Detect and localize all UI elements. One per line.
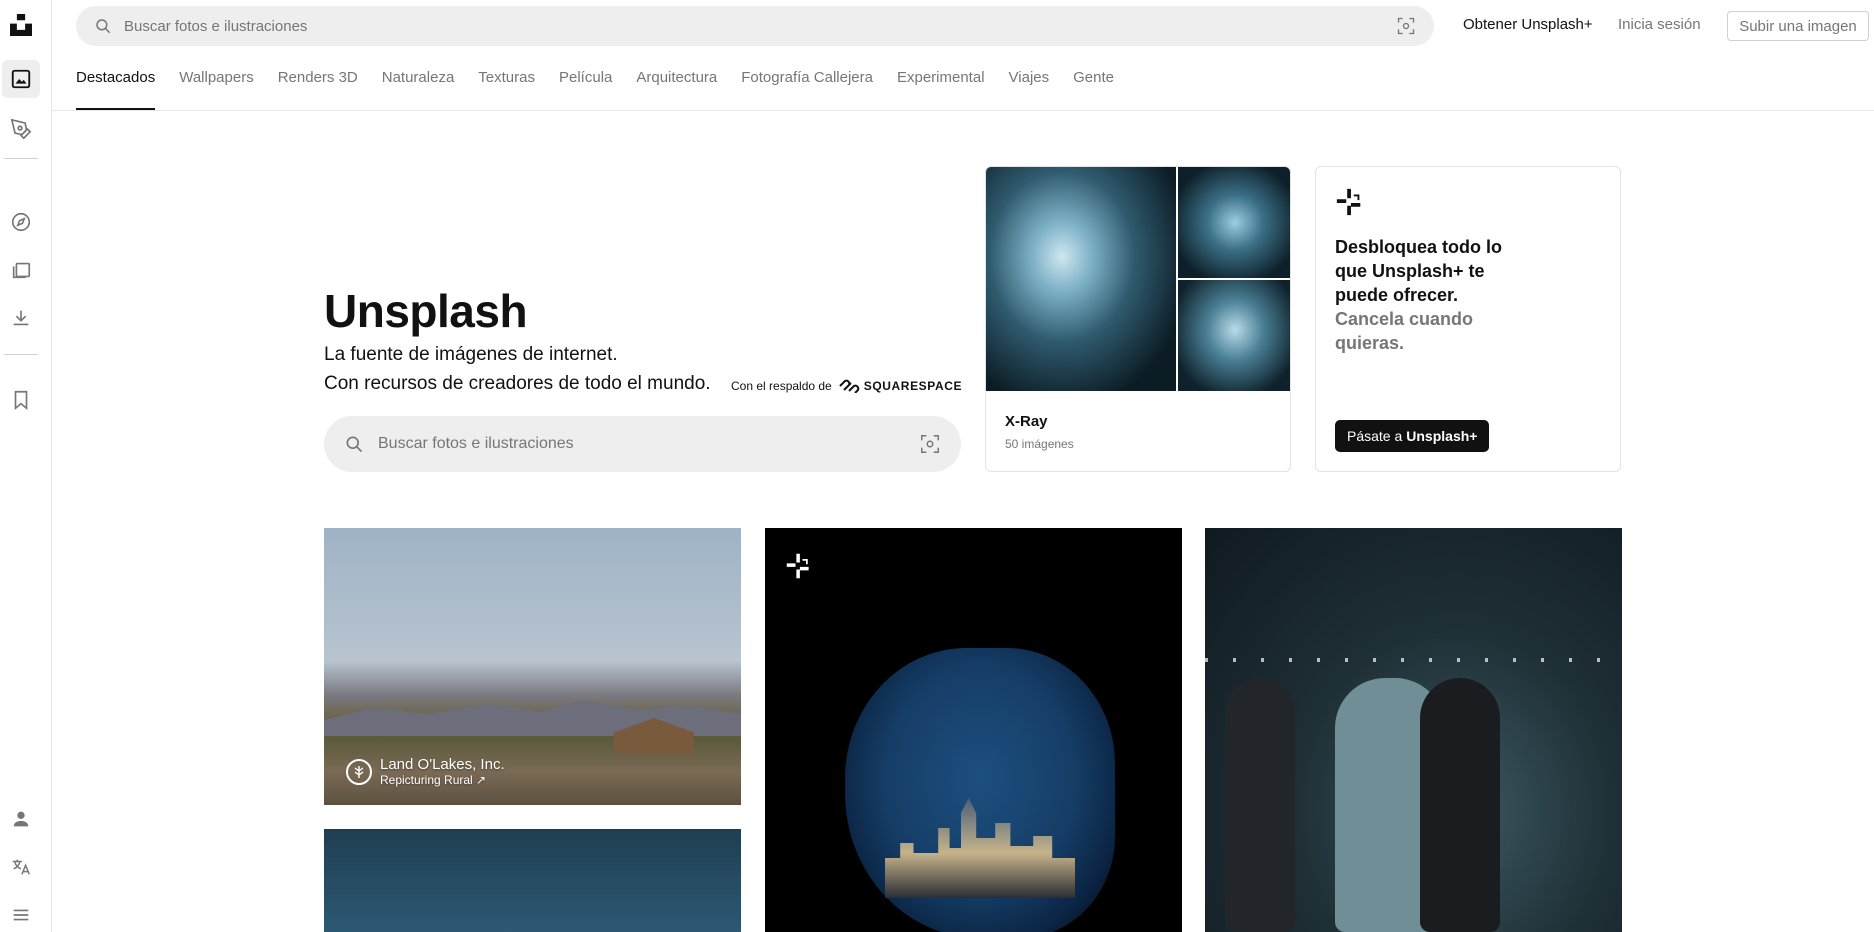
top-search-bar[interactable]: Buscar fotos e ilustraciones [76, 6, 1434, 46]
tab-pelicula[interactable]: Película [559, 56, 612, 110]
user-icon[interactable] [2, 800, 40, 838]
top-search-placeholder[interactable]: Buscar fotos e ilustraciones [124, 18, 1396, 35]
download-icon[interactable] [2, 299, 40, 337]
visual-search-icon[interactable] [919, 433, 941, 455]
tab-naturaleza[interactable]: Naturaleza [382, 56, 455, 110]
topic-tabs: Destacados Wallpapers Renders 3D Natural… [76, 56, 1138, 110]
upload-image-button[interactable]: Subir una imagen [1727, 11, 1869, 41]
tab-destacados[interactable]: Destacados [76, 56, 156, 110]
rail-divider [4, 354, 38, 355]
tab-renders-3d[interactable]: Renders 3D [278, 56, 358, 110]
collection-card-xray[interactable]: X-Ray 50 imágenes [985, 166, 1291, 472]
hero-tagline-1: La fuente de imágenes de internet. [324, 344, 618, 365]
sponsor-avatar-icon [346, 758, 372, 785]
tab-viajes[interactable]: Viajes [1009, 56, 1050, 110]
tab-texturas[interactable]: Texturas [478, 56, 535, 110]
squarespace-logo: SQUARESPACE [838, 379, 962, 393]
unsplash-plus-icon [1336, 188, 1361, 216]
sponsor-name: SQUARESPACE [863, 379, 963, 393]
collection-thumb-image [1178, 280, 1290, 391]
collection-thumb-image [1178, 167, 1290, 278]
tabs-divider [52, 110, 1874, 111]
sponsor-link[interactable]: Repicturing Rural ↗ [380, 773, 505, 787]
promo-subline: Cancela cuando quieras. [1335, 309, 1474, 353]
login-link[interactable]: Inicia sesión [1618, 16, 1701, 33]
sponsor-credit[interactable]: Con el respaldo de SQUARESPACE [731, 379, 962, 393]
photo-sponsored-farm[interactable]: Land O'Lakes, Inc. Repicturing Rural ↗ [324, 528, 741, 805]
tab-wallpapers[interactable]: Wallpapers [179, 56, 253, 110]
menu-icon[interactable] [2, 896, 40, 932]
collections-icon[interactable] [2, 251, 40, 289]
tab-fotografia-callejera[interactable]: Fotografía Callejera [741, 56, 873, 110]
get-unsplash-plus-link[interactable]: Obtener Unsplash+ [1463, 16, 1593, 33]
bookmark-icon[interactable] [2, 381, 40, 419]
unsplash-logo-icon[interactable] [2, 6, 40, 44]
search-icon[interactable] [344, 434, 364, 454]
squarespace-icon [839, 379, 860, 393]
photo-night-street[interactable] [1205, 528, 1622, 932]
collection-cover-image [986, 167, 1176, 391]
hero-tagline-2: Con recursos de creadores de todo el mun… [324, 373, 711, 394]
tab-arquitectura[interactable]: Arquitectura [636, 56, 717, 110]
hero-search-bar[interactable]: Buscar fotos e ilustraciones [324, 416, 961, 472]
cta-prefix: Pásate a [1347, 428, 1403, 444]
collection-count: 50 imágenes [1005, 437, 1074, 451]
photo-tile[interactable] [324, 829, 741, 932]
unsplash-plus-icon [786, 553, 809, 579]
illustrations-icon[interactable] [2, 110, 40, 148]
search-icon[interactable] [94, 17, 112, 35]
explore-icon[interactable] [2, 203, 40, 241]
collection-title: X-Ray [1005, 413, 1048, 430]
backed-by-text: Con el respaldo de [731, 379, 832, 393]
visual-search-icon[interactable] [1396, 16, 1416, 36]
photo-content [1420, 678, 1500, 932]
upgrade-plus-button[interactable]: Pásate a Unsplash+ [1335, 420, 1490, 452]
promo-headline: Desbloquea todo lo que Unsplash+ te pued… [1335, 237, 1503, 305]
photo-city-skyline[interactable] [765, 528, 1182, 932]
tab-experimental[interactable]: Experimental [897, 56, 985, 110]
cta-brand: Unsplash+ [1406, 428, 1478, 444]
hero-title: Unsplash [324, 285, 528, 337]
sponsor-attribution[interactable]: Land O'Lakes, Inc. Repicturing Rural ↗ [346, 756, 505, 787]
unsplash-plus-promo-card: Desbloquea todo lo que Unsplash+ te pued… [1315, 166, 1621, 472]
left-rail [0, 0, 52, 932]
photos-icon[interactable] [2, 60, 40, 98]
tab-gente[interactable]: Gente [1073, 56, 1114, 110]
photo-content [1205, 658, 1622, 662]
language-icon[interactable] [2, 848, 40, 886]
photo-content [1225, 678, 1295, 932]
hero-search-placeholder[interactable]: Buscar fotos e ilustraciones [378, 435, 919, 453]
sponsor-name: Land O'Lakes, Inc. [380, 756, 505, 773]
rail-divider [4, 158, 38, 159]
